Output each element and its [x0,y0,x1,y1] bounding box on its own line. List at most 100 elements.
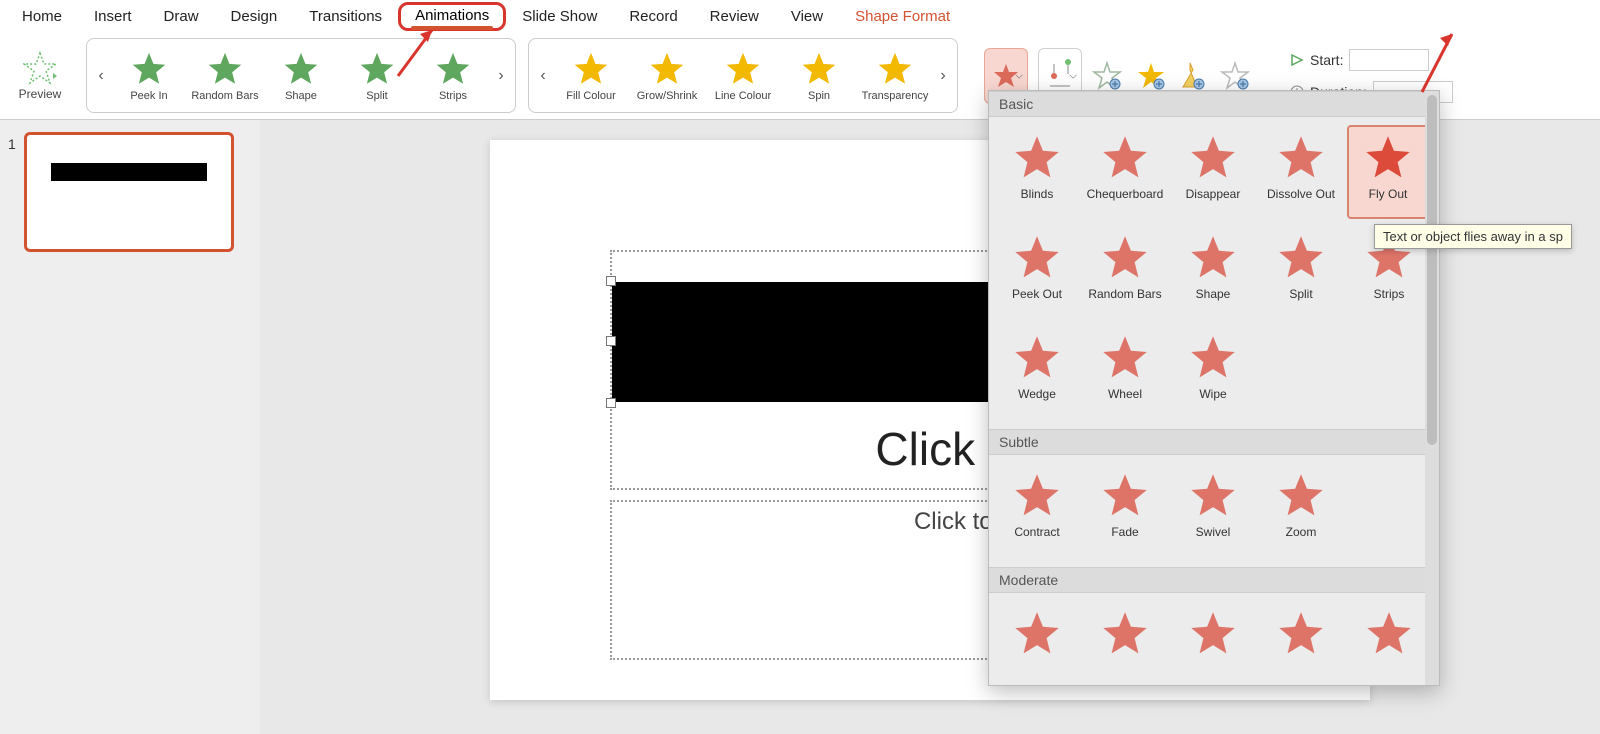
star-icon [1189,131,1237,187]
star-icon [359,50,395,90]
tab-animations[interactable]: Animations [398,2,506,31]
effect-label: Fly Out [1369,187,1408,201]
exit-effect-disappear[interactable]: Disappear [1171,125,1255,221]
entrance-random-bars[interactable]: Random Bars [187,46,263,106]
exit-effect-dissolve-out[interactable]: Dissolve Out [1259,125,1343,221]
tab-home[interactable]: Home [6,4,78,29]
start-label: Start: [1310,52,1343,68]
preview-star-icon [23,51,57,85]
entrance-shape[interactable]: Shape [263,46,339,106]
add-entrance-icon[interactable] [1092,61,1122,91]
entrance-split[interactable]: Split [339,46,415,106]
effect-label: Shape [1196,287,1231,301]
emphasis-transparency[interactable]: Transparency [857,46,933,106]
play-icon [1290,53,1304,67]
resize-handle[interactable] [606,276,616,286]
tab-record[interactable]: Record [613,4,693,29]
tab-design[interactable]: Design [215,4,294,29]
effect-label: Strips [1374,287,1405,301]
star-icon [1013,331,1061,387]
tab-insert[interactable]: Insert [78,4,148,29]
tab-review[interactable]: Review [694,4,775,29]
star-icon [1101,331,1149,387]
preview-button[interactable]: Preview [0,32,80,119]
star-icon [1277,231,1325,287]
thumbnail-shape [51,163,207,181]
effect-label: Dissolve Out [1267,187,1335,201]
star-icon [435,50,471,90]
gallery-prev[interactable]: ‹ [91,67,111,85]
star-icon [1101,231,1149,287]
star-icon [1013,469,1061,525]
exit-effect-fly-out[interactable]: Fly Out [1347,125,1429,219]
star-icon [649,50,685,90]
star-icon [1189,607,1237,663]
exit-effect-shape[interactable]: Shape [1171,225,1255,321]
exit-animation-dropdown-panel: Basic Blinds ChequerboardDisappear Dissolve… [988,90,1440,686]
emphasis-grow-shrink[interactable]: Grow/Shrink [629,46,705,106]
tab-view[interactable]: View [775,4,839,29]
exit-effect-peek-out[interactable]: Peek Out [995,225,1079,321]
exit-effect-chequerboard[interactable]: Chequerboard [1083,125,1167,221]
emphasis-fill-colour[interactable]: Fill Colour [553,46,629,106]
exit-effect-contract[interactable]: Contract [995,463,1079,559]
emphasis-line-colour[interactable]: Line Colour [705,46,781,106]
star-icon [131,50,167,90]
entrance-peek-in[interactable]: Peek In [111,46,187,106]
exit-effect-item[interactable] [1171,601,1255,686]
gallery-label: Grow/Shrink [637,90,698,102]
scrollbar[interactable] [1425,91,1439,685]
star-icon [1101,469,1149,525]
exit-effect-wedge[interactable]: Wedge [995,325,1079,421]
tab-transitions[interactable]: Transitions [293,4,398,29]
slide-thumbnail-1[interactable] [24,132,234,252]
exit-effect-item[interactable] [1083,601,1167,686]
effect-label: Peek Out [1012,287,1062,301]
tab-slideshow[interactable]: Slide Show [506,4,613,29]
ribbon-tabs: Home Insert Draw Design Transitions Anim… [0,0,1600,32]
exit-effect-item[interactable] [1347,601,1431,686]
star-icon [1189,231,1237,287]
exit-effect-blinds[interactable]: Blinds [995,125,1079,221]
exit-effect-split[interactable]: Split [1259,225,1343,321]
add-motion-path-icon[interactable] [1220,61,1250,91]
effect-label: Split [1289,287,1312,301]
star-icon [573,50,609,90]
star-icon [877,50,913,90]
thumbnail-panel: 1 [0,120,260,734]
start-input[interactable] [1349,49,1429,71]
exit-effect-fade[interactable]: Fade [1083,463,1167,559]
preview-label: Preview [19,87,62,101]
exit-effect-wheel[interactable]: Wheel [1083,325,1167,421]
star-icon [1013,131,1061,187]
exit-effect-item[interactable] [1259,601,1343,686]
resize-handle[interactable] [606,336,616,346]
exit-effect-swivel[interactable]: Swivel [1171,463,1255,559]
entrance-strips[interactable]: Strips [415,46,491,106]
effect-label: Contract [1014,525,1059,539]
gallery-next[interactable]: › [491,67,511,85]
gallery-label: Shape [285,90,317,102]
chevron-down-icon: ⌵ [1015,70,1023,81]
effect-label: Swivel [1196,525,1231,539]
effect-label: Blinds [1021,187,1054,201]
gallery-prev-2[interactable]: ‹ [533,67,553,85]
resize-handle[interactable] [606,398,616,408]
exit-effect-random-bars[interactable]: Random Bars [1083,225,1167,321]
add-emphasis-icon[interactable] [1136,61,1166,91]
exit-effect-wipe[interactable]: Wipe [1171,325,1255,421]
tab-draw[interactable]: Draw [148,4,215,29]
exit-effect-item[interactable] [995,601,1079,686]
gallery-next-2[interactable]: › [933,67,953,85]
effect-label: Wedge [1018,387,1056,401]
gallery-label: Line Colour [715,90,771,102]
entrance-gallery: ‹ Peek InRandom Bars Shape SplitStrips › [86,38,516,113]
section-header-basic: Basic [989,91,1439,117]
star-icon [283,50,319,90]
exit-effect-zoom[interactable]: Zoom [1259,463,1343,559]
chevron-down-icon: ⌵ [1069,70,1077,81]
scrollbar-thumb[interactable] [1427,95,1437,445]
tab-shape-format[interactable]: Shape Format [839,4,966,29]
add-exit-icon[interactable] [1180,61,1206,91]
emphasis-spin[interactable]: Spin [781,46,857,106]
